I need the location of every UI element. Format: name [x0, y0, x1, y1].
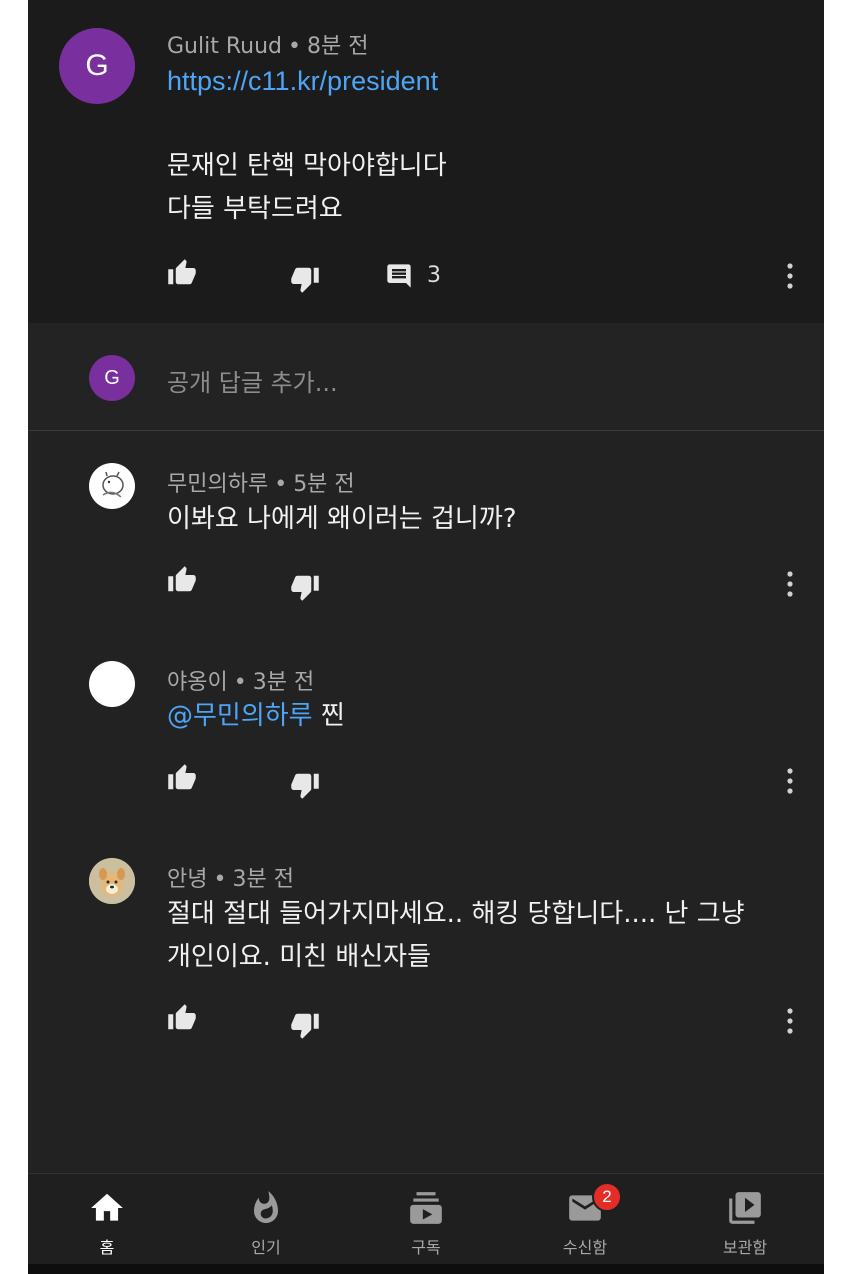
nav-label: 수신함 — [562, 1238, 608, 1257]
author-name[interactable]: 야옹이 — [167, 670, 228, 695]
like-icon[interactable] — [167, 565, 197, 595]
avatar[interactable] — [89, 661, 135, 707]
comments-screen: G Gulit Ruud • 8분 전 https://c11.kr/preside… — [28, 0, 824, 1264]
nav-label: 구독 — [411, 1238, 441, 1257]
comment-text-line-1: 문재인 탄핵 막아야합니다 — [167, 151, 447, 181]
bottom-nav: 홈 인기 구독 2 수신함 보관함 — [28, 1173, 824, 1264]
more-options-icon[interactable] — [780, 766, 800, 796]
reply-comment-icon[interactable] — [385, 262, 413, 290]
more-options-icon[interactable] — [780, 569, 800, 599]
meta-separator: • — [213, 867, 227, 892]
notification-badge: 2 — [592, 1182, 622, 1212]
more-options-icon[interactable] — [780, 261, 800, 291]
inbox-mail-icon: 2 — [564, 1182, 622, 1228]
author-name[interactable]: 무민의하루 — [167, 472, 268, 497]
reply-input[interactable]: 공개 답글 추가... — [167, 363, 338, 398]
add-reply-row[interactable]: G 공개 답글 추가... — [28, 323, 824, 431]
comment-meta: 안녕 • 3분 전 — [167, 861, 294, 893]
like-icon[interactable] — [167, 1003, 197, 1033]
avatar[interactable] — [89, 858, 135, 904]
meta-separator: • — [233, 670, 247, 695]
nav-trending[interactable]: 인기 — [206, 1174, 326, 1264]
dislike-icon[interactable] — [290, 770, 320, 800]
meta-separator: • — [287, 34, 301, 59]
like-icon[interactable] — [167, 763, 197, 793]
comment-time: 5분 전 — [293, 472, 355, 497]
comment-meta: Gulit Ruud • 8분 전 — [167, 28, 368, 60]
nav-subscriptions[interactable]: 구독 — [366, 1174, 486, 1264]
comment-link[interactable]: https://c11.kr/president — [167, 66, 438, 97]
meta-separator: • — [274, 472, 288, 497]
comment-meta: 무민의하루 • 5분 전 — [167, 466, 355, 498]
comment-text-content: 찐 — [312, 701, 345, 731]
mention-link[interactable]: @무민의하루 — [167, 701, 313, 731]
nav-label: 인기 — [251, 1238, 281, 1257]
comment-text-line-2: 개인이요. 미친 배신자들 — [167, 942, 431, 972]
nav-label: 홈 — [99, 1238, 115, 1257]
author-name[interactable]: Gulit Ruud — [167, 34, 282, 59]
author-name[interactable]: 안녕 — [167, 867, 207, 892]
avatar[interactable]: G — [59, 28, 135, 104]
more-options-icon[interactable] — [780, 1006, 800, 1036]
system-nav-bar — [28, 1264, 824, 1274]
nav-inbox[interactable]: 2 수신함 — [525, 1174, 645, 1264]
reply-count[interactable]: 3 — [427, 263, 441, 288]
comment-text: @무민의하루 찐 — [167, 695, 345, 738]
comment-meta: 야옹이 • 3분 전 — [167, 664, 314, 696]
dislike-icon[interactable] — [290, 264, 320, 294]
home-icon — [88, 1188, 126, 1228]
comment-time: 3분 전 — [252, 670, 315, 695]
avatar: G — [89, 355, 135, 401]
explore-fire-icon — [248, 1188, 284, 1228]
dislike-icon[interactable] — [290, 572, 320, 602]
library-icon — [726, 1188, 764, 1228]
subscriptions-icon — [407, 1188, 445, 1228]
nav-label: 보관함 — [722, 1238, 768, 1257]
comment-time: 3분 전 — [232, 867, 294, 892]
comment-time: 8분 전 — [306, 34, 369, 59]
like-icon[interactable] — [167, 258, 197, 288]
comment-text: 이봐요 나에게 왜이러는 겁니까? — [167, 504, 517, 534]
nav-home[interactable]: 홈 — [47, 1174, 167, 1264]
dislike-icon[interactable] — [290, 1010, 320, 1040]
parent-comment: G Gulit Ruud • 8분 전 https://c11.kr/preside… — [28, 0, 824, 323]
comment-text-line-2: 다들 부탁드려요 — [167, 194, 343, 224]
nav-library[interactable]: 보관함 — [685, 1174, 805, 1264]
comment-text-line-1: 절대 절대 들어가지마세요.. 해킹 당합니다.... 난 그냥 — [167, 899, 745, 929]
avatar[interactable] — [89, 463, 135, 509]
